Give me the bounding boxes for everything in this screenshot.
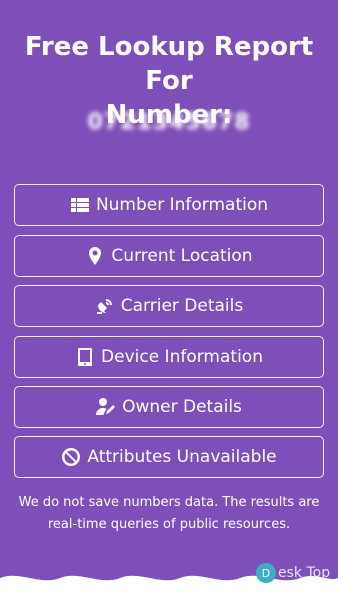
carrier-details-button[interactable]: Carrier Details [14, 285, 324, 327]
ban-icon [62, 448, 81, 466]
attributes-unavailable-button[interactable]: Attributes Unavailable [14, 436, 324, 478]
current-location-button[interactable]: Current Location [14, 235, 324, 277]
watermark-logo-icon: D [256, 563, 276, 583]
satellite-dish-icon [96, 299, 112, 314]
device-information-button[interactable]: Device Information [14, 336, 324, 378]
phone-number: 0721345678 [87, 110, 251, 135]
privacy-note: We do not save numbers data. The results… [18, 495, 320, 532]
owner-details-button[interactable]: Owner Details [14, 386, 324, 428]
number-information-label: Number Information [95, 195, 269, 215]
user-edit-icon [96, 398, 116, 415]
attributes-unavailable-label: Attributes Unavailable [87, 447, 277, 467]
list-icon [70, 198, 89, 212]
watermark: D esk Top [256, 563, 330, 583]
owner-details-label: Owner Details [122, 397, 242, 417]
location-pin-icon [89, 247, 102, 265]
number-information-button[interactable]: Number Information [14, 184, 324, 226]
tablet-icon [78, 348, 93, 366]
device-information-label: Device Information [101, 347, 263, 367]
carrier-details-label: Carrier Details [120, 296, 244, 316]
current-location-label: Current Location [111, 246, 253, 266]
watermark-text: esk Top [278, 565, 331, 581]
title-line-1: Free Lookup Report For [24, 32, 314, 96]
